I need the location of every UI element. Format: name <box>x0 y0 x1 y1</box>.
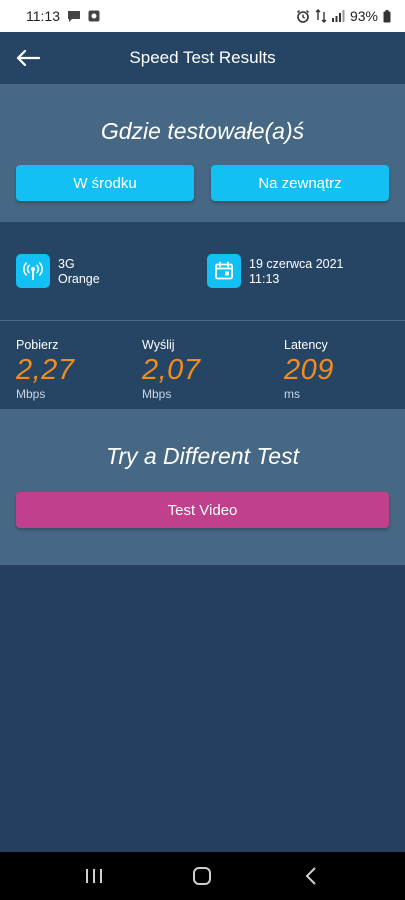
info-section: 3G Orange 19 czerwca 2021 11:13 <box>0 222 405 320</box>
network-text: 3G Orange <box>58 254 100 287</box>
location-heading: Gdzie testowałe(a)ś <box>100 118 305 144</box>
network-type: 3G <box>58 257 75 271</box>
inside-button[interactable]: W środku <box>16 165 194 201</box>
test-video-button[interactable]: Test Video <box>16 492 389 528</box>
network-info: 3G Orange <box>16 254 100 288</box>
home-button[interactable] <box>172 856 232 896</box>
latency-value: 209 <box>284 354 334 386</box>
message-icon <box>67 10 81 23</box>
upload-unit: Mbps <box>142 387 172 401</box>
back-button[interactable] <box>12 42 44 74</box>
status-bar: 11:13 93% <box>0 0 405 32</box>
recents-icon <box>86 869 103 883</box>
carrier-name: Orange <box>58 272 100 286</box>
back-icon <box>305 867 316 885</box>
battery-percent: 93% <box>349 8 378 24</box>
latency-label: Latency <box>284 338 328 352</box>
calendar-icon <box>207 254 241 288</box>
upload-label: Wyślij <box>142 338 175 352</box>
test-date: 19 czerwca 2021 <box>249 257 344 271</box>
alarm-icon <box>296 9 310 23</box>
signal-bars-icon <box>331 10 345 22</box>
results-section: Pobierz 2,27 Mbps Wyślij 2,07 Mbps Laten… <box>0 321 405 409</box>
home-icon <box>193 867 212 885</box>
datetime-text: 19 czerwca 2021 11:13 <box>249 254 344 287</box>
download-label: Pobierz <box>16 338 59 352</box>
recents-button[interactable] <box>64 856 124 896</box>
status-right: 93% <box>296 8 391 24</box>
location-section: Gdzie testowałe(a)ś W środku Na zewnątrz <box>0 84 405 222</box>
nav-back-button[interactable] <box>281 856 341 896</box>
signal-4g-icon <box>315 9 327 23</box>
test-time: 11:13 <box>249 272 280 286</box>
download-metric: Pobierz 2,27 Mbps <box>16 338 74 401</box>
outside-button[interactable]: Na zewnątrz <box>211 165 389 201</box>
upload-value: 2,07 <box>142 354 201 386</box>
antenna-icon <box>16 254 50 288</box>
status-left: 11:13 <box>26 8 100 24</box>
upload-metric: Wyślij 2,07 Mbps <box>142 338 200 401</box>
different-test-heading: Try a Different Test <box>105 443 299 469</box>
latency-metric: Latency 209 ms <box>284 338 334 401</box>
app-bar: Speed Test Results <box>0 32 405 84</box>
download-value: 2,27 <box>16 354 75 386</box>
status-time: 11:13 <box>26 8 60 24</box>
battery-icon <box>383 9 391 23</box>
system-nav-bar <box>0 852 405 900</box>
download-unit: Mbps <box>16 387 46 401</box>
page-title: Speed Test Results <box>129 48 276 67</box>
datetime-info: 19 czerwca 2021 11:13 <box>207 254 344 288</box>
arrow-left-icon <box>16 50 40 66</box>
latency-unit: ms <box>284 387 300 401</box>
different-test-section: Try a Different Test Test Video <box>0 409 405 565</box>
media-icon <box>88 10 100 22</box>
